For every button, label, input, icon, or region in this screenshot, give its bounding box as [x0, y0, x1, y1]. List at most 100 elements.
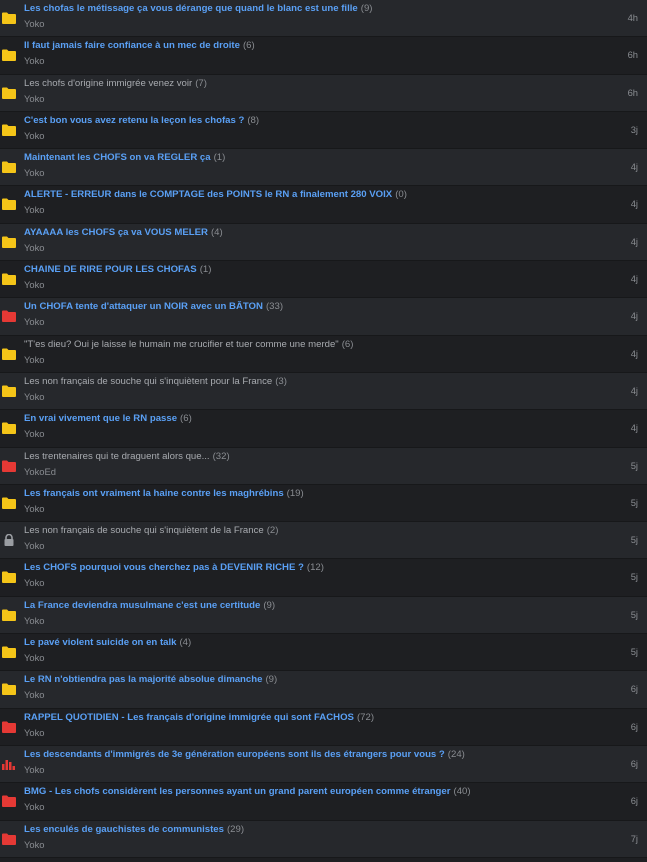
topic-title-link[interactable]: Le pavé violent suicide on en talk — [24, 637, 176, 648]
topic-author[interactable]: Yoko — [24, 242, 45, 253]
topic-author[interactable]: Yoko — [24, 18, 45, 29]
topic-title-link[interactable]: Les chofas le métissage ça vous dérange … — [24, 3, 358, 14]
topic-author[interactable]: Yoko — [24, 503, 45, 514]
topic-row[interactable]: Les enculés de gauchistes de communistes… — [0, 820, 647, 858]
topic-author[interactable]: Yoko — [24, 316, 45, 327]
topic-row[interactable]: RAPPEL QUOTIDIEN - Les français d'origin… — [0, 708, 647, 746]
topic-time: 3j — [630, 123, 638, 135]
topic-author[interactable]: Yoko — [24, 130, 45, 141]
topic-title-link[interactable]: Les trentenaires qui te draguent alors q… — [24, 451, 210, 462]
topic-title-link[interactable]: Les non français de souche qui s'inquièt… — [24, 376, 272, 387]
topic-title-link[interactable]: Les non français de souche qui s'inquièt… — [24, 525, 264, 536]
topic-title-link[interactable]: Il faut jamais faire confiance à un mec … — [24, 40, 240, 51]
topic-row[interactable]: Les non français de souche qui s'inquièt… — [0, 372, 647, 411]
topic-author[interactable]: Yoko — [24, 615, 45, 626]
topic-row[interactable]: Le pavé violent suicide on en talk (4) Yok… — [0, 634, 647, 672]
topic-title-line: Un CHOFA tente d'attaquer un NOIR avec u… — [24, 301, 577, 313]
topic-author[interactable]: Yoko — [24, 354, 45, 365]
topic-title-link[interactable]: RAPPEL QUOTIDIEN - Les français d'origin… — [24, 712, 354, 723]
topic-time: 4j — [630, 347, 638, 359]
topic-row[interactable]: AYAAAA les CHOFS ça va VOUS MELER (4) Yoko… — [0, 223, 647, 262]
topic-author[interactable]: Yoko — [24, 279, 45, 290]
topic-row[interactable]: C'est bon vous avez retenu la leçon les … — [0, 111, 647, 150]
topic-row[interactable]: Les non français de souche qui s'inquièt… — [0, 522, 647, 560]
topic-title-line: Les chofas le métissage ça vous dérange … — [24, 3, 577, 15]
reply-count: (1) — [199, 264, 212, 276]
topic-author[interactable]: Yoko — [24, 428, 45, 439]
topic-author[interactable]: Yoko — [24, 801, 45, 812]
topic-author[interactable]: Yoko — [24, 689, 45, 700]
topic-time: 4j — [630, 422, 638, 434]
topic-time: 5j — [630, 496, 638, 508]
topic-time: 6h — [627, 86, 638, 98]
topic-title-line: "T'es dieu? Oui je laisse le humain me c… — [24, 339, 577, 351]
topic-author[interactable]: Yoko — [24, 93, 45, 104]
reply-count: (32) — [212, 450, 230, 462]
topic-title-line: RAPPEL QUOTIDIEN - Les français d'origin… — [24, 712, 577, 724]
topic-author[interactable]: Yoko — [24, 540, 45, 551]
topic-title-link[interactable]: En vrai vivement que le RN passe — [24, 413, 177, 424]
topic-title-line: BMG - Les chofs considèrent les personne… — [24, 786, 577, 798]
topic-row[interactable]: Les CHOFS pourquoi vous cherchez pas à D… — [0, 559, 647, 597]
topic-title-link[interactable]: Les enculés de gauchistes de communistes — [24, 824, 224, 835]
topic-title-link[interactable]: CHAINE DE RIRE POUR LES CHOFAS — [24, 264, 197, 275]
topic-row[interactable]: "T'es dieu? Oui je laisse le humain me c… — [0, 335, 647, 373]
topic-title-link[interactable]: AYAAAA les CHOFS ça va VOUS MELER — [24, 227, 208, 238]
topic-row[interactable]: BMG - Les chofs considèrent les personne… — [0, 783, 647, 821]
topic-row[interactable]: Maintenant les CHOFS on va REGLER ça (1) Y… — [0, 149, 647, 187]
topic-row[interactable]: En vrai vivement que le RN passe (6) Yoko 4… — [0, 410, 647, 448]
reply-count: (6) — [180, 413, 192, 425]
topic-time: 4j — [630, 384, 638, 396]
topic-title-link[interactable]: ALERTE - ERREUR dans le COMPTAGE des POI… — [24, 189, 392, 200]
topic-row[interactable]: Les chofas le métissage ça vous dérange … — [0, 0, 647, 38]
topic-author[interactable]: YokoEd — [24, 466, 56, 477]
topic-title-link[interactable]: Un CHOFA tente d'attaquer un NOIR avec u… — [24, 301, 263, 312]
topic-title-link[interactable]: Le RN n'obtiendra pas la majorité absolu… — [24, 674, 262, 685]
topic-title-link[interactable]: Les chofs d'origine immigrée venez voir — [24, 78, 192, 89]
topic-title-link[interactable]: Maintenant les CHOFS on va REGLER ça — [24, 152, 211, 163]
topic-time: 4j — [630, 310, 638, 322]
topic-title-link[interactable]: Les descendants d'immigrés de 3e générat… — [24, 749, 445, 760]
topic-author[interactable]: Yoko — [24, 652, 45, 663]
topic-row[interactable]: CHAINE DE RIRE POUR LES CHOFAS (1) Yoko 4j — [0, 261, 647, 299]
topic-author[interactable]: Yoko — [24, 727, 45, 738]
topic-row[interactable]: Il faut jamais faire confiance à un mec … — [0, 37, 647, 75]
topic-title-link[interactable]: Les CHOFS pourquoi vous cherchez pas à D… — [24, 562, 304, 573]
topic-time: 4j — [630, 273, 638, 285]
folder-yellow-icon — [2, 236, 16, 248]
topic-title-link[interactable]: BMG - Les chofs considèrent les personne… — [24, 786, 451, 797]
topic-row[interactable]: Les descendants d'immigrés de 3e générat… — [0, 745, 647, 784]
topic-title-line: Les enculés de gauchistes de communistes… — [24, 824, 577, 836]
topic-author[interactable]: Yoko — [24, 391, 45, 402]
folder-yellow-icon — [2, 124, 16, 136]
topic-title-link[interactable]: Les français ont vraiment la haine contr… — [24, 488, 284, 499]
topic-list: Les chofas le métissage ça vous dérange … — [0, 0, 647, 858]
topic-title-line: C'est bon vous avez retenu la leçon les … — [24, 115, 577, 127]
reply-count: (40) — [453, 786, 471, 798]
topic-title-line: ALERTE - ERREUR dans le COMPTAGE des POI… — [24, 189, 577, 201]
topic-author[interactable]: Yoko — [24, 764, 45, 775]
reply-count: (9) — [265, 674, 278, 686]
topic-row[interactable]: Un CHOFA tente d'attaquer un NOIR avec u… — [0, 298, 647, 336]
reply-count: (29) — [226, 823, 245, 835]
reply-count: (3) — [275, 375, 287, 387]
topic-author[interactable]: Yoko — [24, 55, 45, 66]
topic-title-link[interactable]: "T'es dieu? Oui je laisse le humain me c… — [24, 339, 339, 350]
topic-title-link[interactable]: C'est bon vous avez retenu la leçon les … — [24, 115, 244, 126]
reply-count: (6) — [341, 338, 354, 350]
topic-time: 4j — [630, 161, 638, 173]
topic-row[interactable]: Les chofs d'origine immigrée venez voir(… — [0, 74, 647, 112]
topic-row[interactable]: Le RN n'obtiendra pas la majorité absolu… — [0, 671, 647, 709]
topic-time: 6j — [630, 683, 638, 695]
topic-row[interactable]: ALERTE - ERREUR dans le COMPTAGE des POI… — [0, 186, 647, 224]
topic-row[interactable]: La France deviendra musulmane c'est une … — [0, 596, 647, 635]
topic-row[interactable]: Les trentenaires qui te draguent alors q… — [0, 447, 647, 485]
topic-author[interactable]: Yoko — [24, 167, 45, 178]
topic-title-link[interactable]: La France deviendra musulmane c'est une … — [24, 600, 260, 611]
topic-title-line: Les chofs d'origine immigrée venez voir(… — [24, 78, 577, 90]
topic-time: 5j — [630, 459, 638, 471]
topic-row[interactable]: Les français ont vraiment la haine contr… — [0, 484, 647, 523]
topic-author[interactable]: Yoko — [24, 577, 45, 588]
topic-author[interactable]: Yoko — [24, 839, 45, 850]
topic-author[interactable]: Yoko — [24, 204, 45, 215]
